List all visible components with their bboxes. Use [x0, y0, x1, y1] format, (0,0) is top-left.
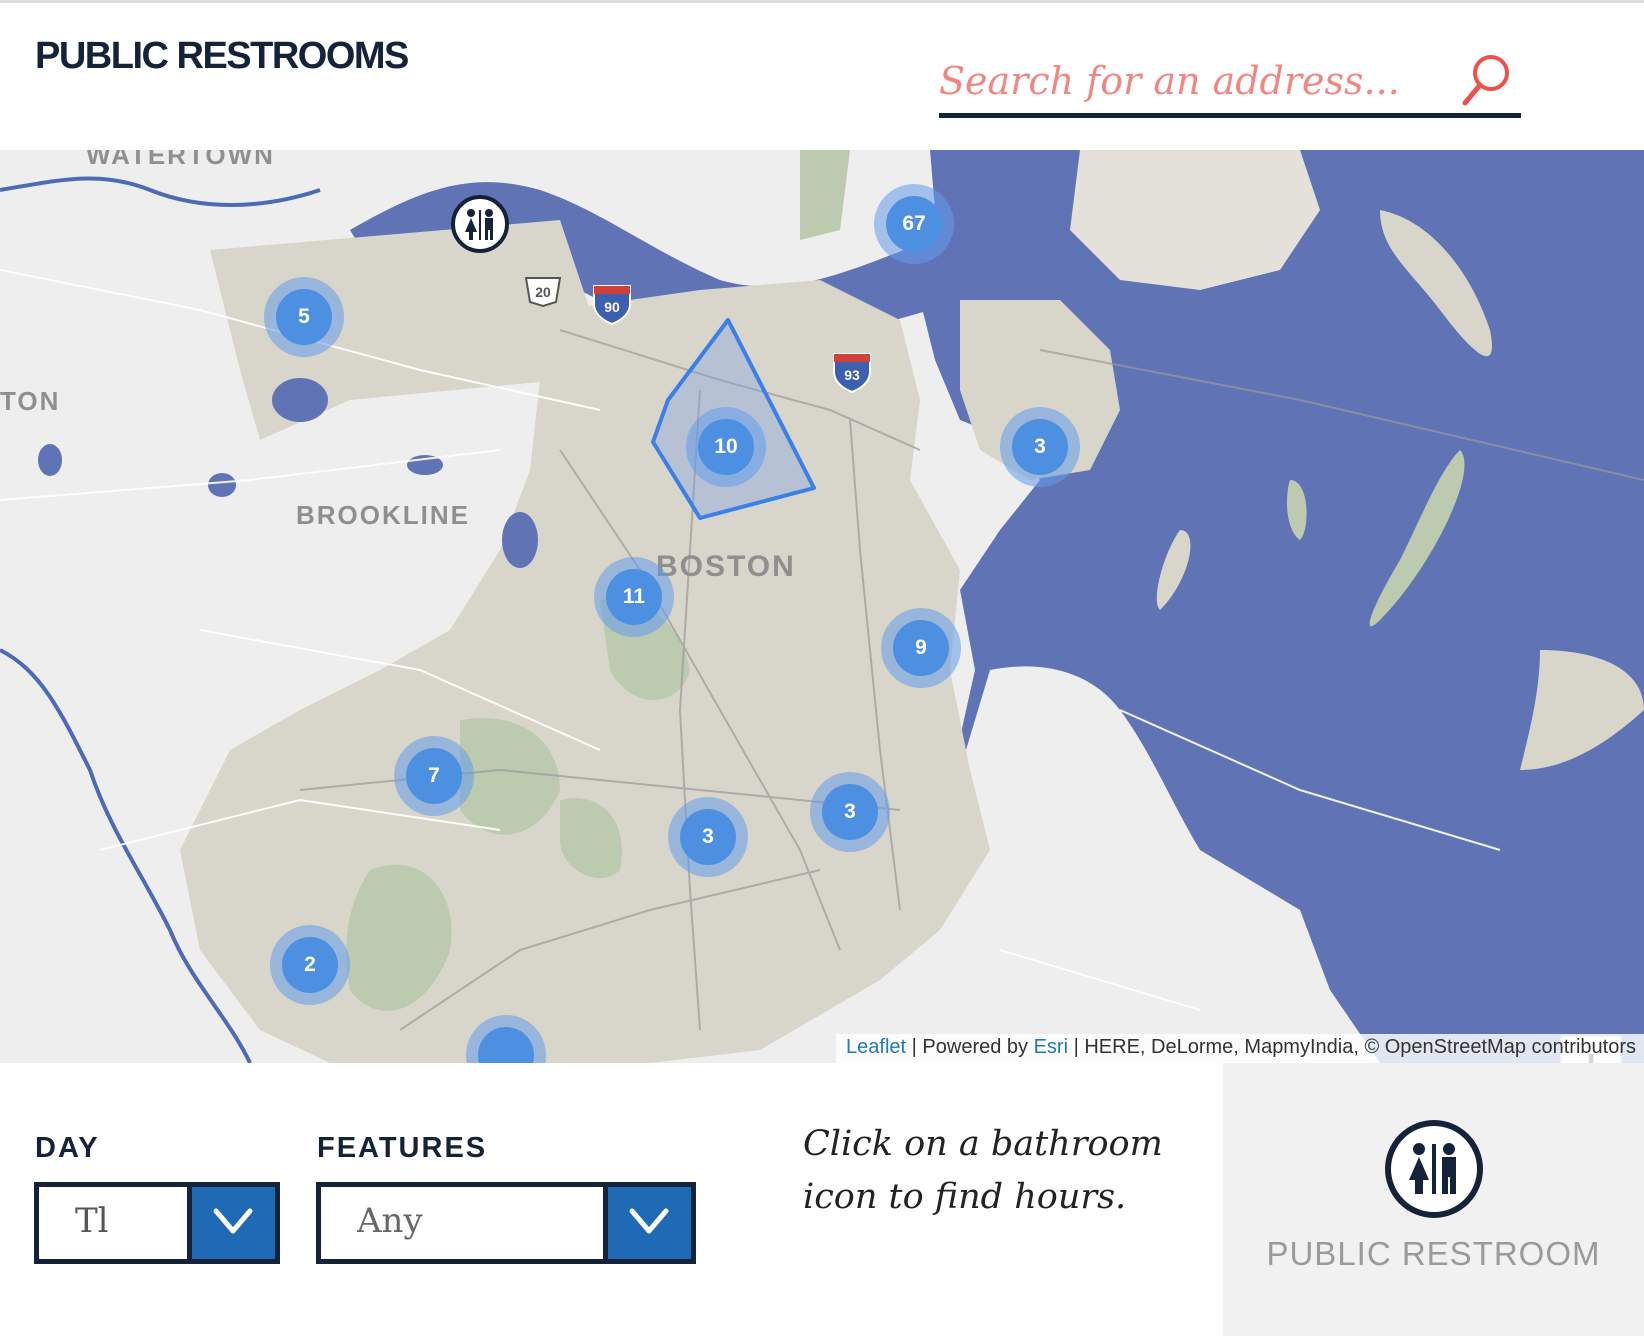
attribution-text: | Powered by — [906, 1036, 1034, 1058]
chevron-down-icon — [629, 1208, 669, 1234]
search-input[interactable] — [939, 53, 1459, 109]
map-basemap: 20 90 93 — [0, 150, 1644, 1063]
legend-label: PUBLIC RESTROOM — [1266, 1235, 1601, 1272]
instructions-line-1: Click on a bathroom — [803, 1124, 1163, 1164]
map[interactable]: 20 90 93 WATERTOWN TON BROOKLINE BOSTON … — [0, 150, 1644, 1063]
search-icon[interactable] — [1459, 51, 1513, 109]
attribution-credits: | HERE, DeLorme, MapmyIndia, © OpenStree… — [1068, 1036, 1636, 1058]
esri-link[interactable]: Esri — [1034, 1036, 1068, 1058]
chevron-down-icon — [213, 1208, 253, 1234]
place-label-boston: BOSTON — [656, 550, 796, 583]
instructions-line-2: icon to find hours. — [803, 1177, 1127, 1217]
instructions-text: Click on a bathroom icon to find hours. — [803, 1118, 1163, 1224]
place-label-newton: TON — [0, 386, 61, 416]
day-select-arrow[interactable] — [187, 1187, 275, 1259]
svg-text:20: 20 — [535, 284, 551, 300]
features-label: FEATURES — [317, 1132, 488, 1164]
header: PUBLIC RESTROOMS — [0, 0, 1644, 150]
page-title: PUBLIC RESTROOMS — [35, 35, 409, 77]
search-bar — [939, 47, 1521, 118]
cluster-marker[interactable]: 3 — [668, 797, 748, 877]
svg-text:90: 90 — [604, 299, 620, 315]
cluster-marker[interactable]: 9 — [881, 608, 961, 688]
place-label-watertown: WATERTOWN — [86, 150, 275, 170]
day-select[interactable]: Tl — [34, 1182, 280, 1264]
cluster-marker[interactable]: 3 — [1000, 407, 1080, 487]
leaflet-link[interactable]: Leaflet — [846, 1036, 906, 1058]
highway-shield-20: 20 — [524, 277, 562, 308]
restroom-marker[interactable] — [450, 194, 510, 254]
cluster-marker[interactable]: 2 — [270, 925, 350, 1005]
cluster-marker[interactable]: 10 — [686, 407, 766, 487]
cluster-marker[interactable]: 5 — [264, 277, 344, 357]
day-select-value: Tl — [75, 1201, 109, 1241]
cluster-marker[interactable]: 67 — [874, 184, 954, 264]
svg-text:93: 93 — [844, 367, 860, 383]
cluster-marker[interactable]: 11 — [594, 557, 674, 637]
legend-panel: PUBLIC RESTROOM — [1223, 1063, 1644, 1336]
cluster-marker[interactable]: 7 — [394, 736, 474, 816]
map-attribution: Leaflet | Powered by Esri | HERE, DeLorm… — [836, 1034, 1644, 1063]
features-select-value: Any — [357, 1201, 423, 1241]
restroom-icon — [1385, 1120, 1483, 1218]
features-select-arrow[interactable] — [603, 1187, 691, 1259]
day-label: DAY — [35, 1132, 100, 1164]
place-label-brookline: BROOKLINE — [296, 500, 470, 530]
features-select[interactable]: Any — [316, 1182, 696, 1264]
cluster-marker[interactable]: 3 — [810, 772, 890, 852]
